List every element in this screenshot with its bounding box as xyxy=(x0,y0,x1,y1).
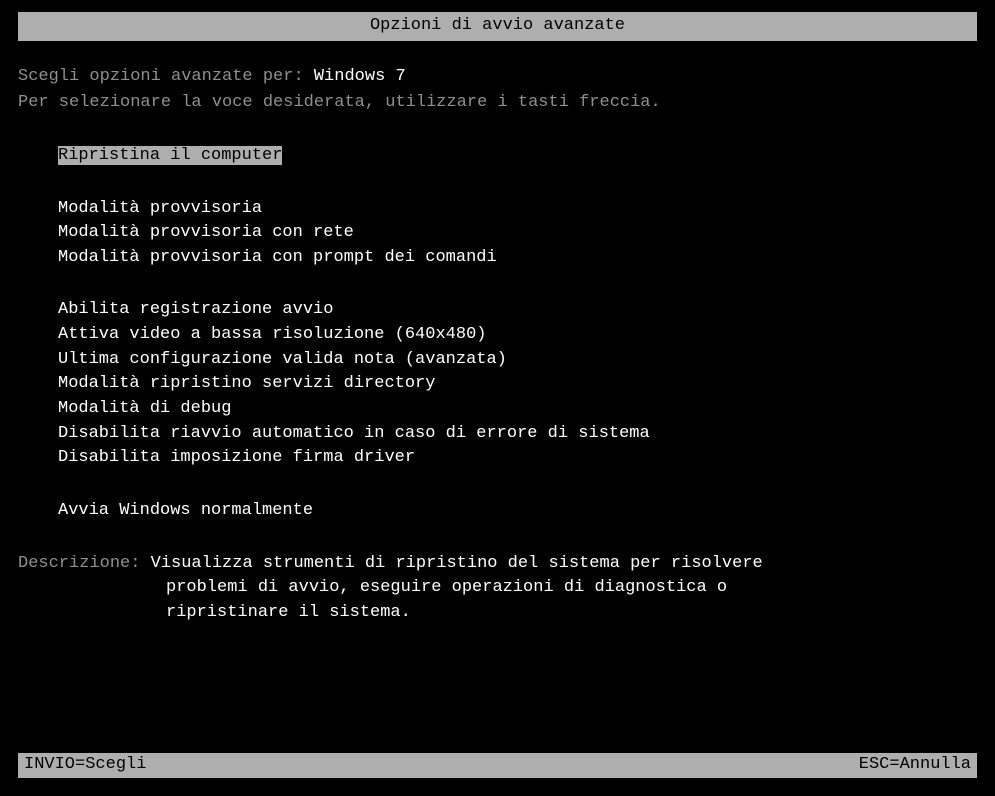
option-disable-auto-restart[interactable]: Disabilita riavvio automatico in caso di… xyxy=(18,422,977,447)
title-bar: Opzioni di avvio avanzate xyxy=(18,12,977,41)
description-line2: problemi di avvio, eseguire operazioni d… xyxy=(18,576,977,601)
hint-esc: ESC=Annulla xyxy=(859,753,971,778)
nav-instruction: Per selezionare la voce desiderata, util… xyxy=(18,91,977,116)
option-safe-mode[interactable]: Modalità provvisoria xyxy=(18,197,977,222)
description-label: Descrizione: xyxy=(18,554,151,573)
option-disable-driver-sig[interactable]: Disabilita imposizione firma driver xyxy=(18,446,977,471)
option-repair-computer[interactable]: Ripristina il computer xyxy=(18,144,977,169)
description-line1: Visualizza strumenti di ripristino del s… xyxy=(151,554,763,573)
description-block: Descrizione: Visualizza strumenti di rip… xyxy=(18,552,977,626)
option-start-normally[interactable]: Avvia Windows normalmente xyxy=(18,499,977,524)
footer-bar: INVIO=Scegli ESC=Annulla xyxy=(18,753,977,778)
screen-title: Opzioni di avvio avanzate xyxy=(370,16,625,35)
os-name: Windows 7 xyxy=(314,67,406,86)
hint-enter: INVIO=Scegli xyxy=(24,753,146,778)
option-ds-restore[interactable]: Modalità ripristino servizi directory xyxy=(18,372,977,397)
option-last-known-good[interactable]: Ultima configurazione valida nota (avanz… xyxy=(18,348,977,373)
boot-options-list: Ripristina il computer Modalità provviso… xyxy=(18,144,977,524)
option-boot-logging[interactable]: Abilita registrazione avvio xyxy=(18,298,977,323)
option-safe-mode-net[interactable]: Modalità provvisoria con rete xyxy=(18,221,977,246)
option-low-res-video[interactable]: Attiva video a bassa risoluzione (640x48… xyxy=(18,323,977,348)
choose-prompt: Scegli opzioni avanzate per: Windows 7 xyxy=(18,65,977,90)
description-line3: ripristinare il sistema. xyxy=(18,601,977,626)
option-safe-mode-cmd[interactable]: Modalità provvisoria con prompt dei coma… xyxy=(18,246,977,271)
choose-prefix: Scegli opzioni avanzate per: xyxy=(18,67,314,86)
option-debug-mode[interactable]: Modalità di debug xyxy=(18,397,977,422)
